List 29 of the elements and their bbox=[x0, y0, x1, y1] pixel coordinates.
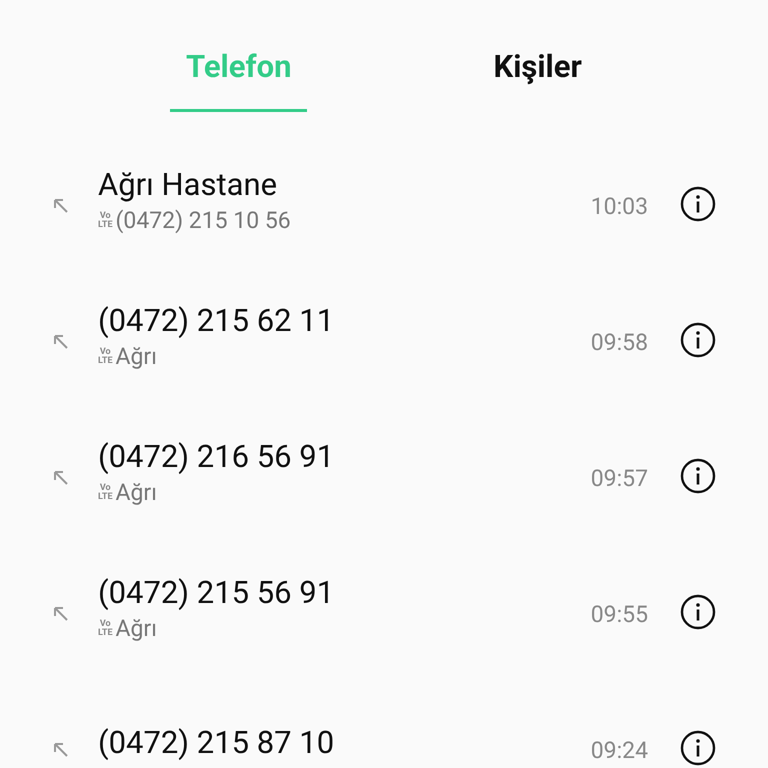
call-time: 09:24 bbox=[590, 736, 648, 764]
outgoing-call-icon bbox=[52, 741, 70, 759]
info-icon[interactable] bbox=[680, 594, 716, 630]
call-name: (0472) 215 87 10 bbox=[98, 724, 336, 760]
call-time: 09:58 bbox=[590, 328, 648, 356]
call-time: 10:03 bbox=[590, 192, 648, 220]
outgoing-call-icon bbox=[52, 605, 70, 623]
call-detail: Ağrı bbox=[116, 479, 157, 506]
call-time: 09:57 bbox=[590, 464, 648, 492]
info-icon[interactable] bbox=[680, 730, 716, 766]
volte-icon: Vo LTE bbox=[98, 620, 113, 638]
outgoing-call-icon bbox=[52, 333, 70, 351]
outgoing-call-icon bbox=[52, 469, 70, 487]
info-icon[interactable] bbox=[680, 186, 716, 222]
call-name: Ağrı Hastane bbox=[98, 166, 278, 203]
volte-icon: Vo LTE bbox=[98, 484, 113, 502]
call-detail: (0472) 215 10 56 bbox=[116, 207, 291, 234]
call-detail: Ağrı bbox=[116, 615, 157, 642]
call-name: (0472) 215 62 11 bbox=[98, 302, 336, 339]
info-icon[interactable] bbox=[680, 322, 716, 358]
call-name: (0472) 216 56 91 bbox=[98, 438, 336, 475]
tab[interactable]: Kişiler bbox=[477, 44, 598, 112]
call-time: 09:55 bbox=[590, 600, 648, 628]
outgoing-call-icon bbox=[52, 197, 70, 215]
call-detail: Ağrı bbox=[116, 343, 157, 370]
volte-icon: Vo LTE bbox=[98, 212, 113, 230]
info-icon[interactable] bbox=[680, 458, 716, 494]
volte-icon: Vo LTE bbox=[98, 348, 113, 366]
call-name: (0472) 215 56 91 bbox=[98, 574, 336, 611]
